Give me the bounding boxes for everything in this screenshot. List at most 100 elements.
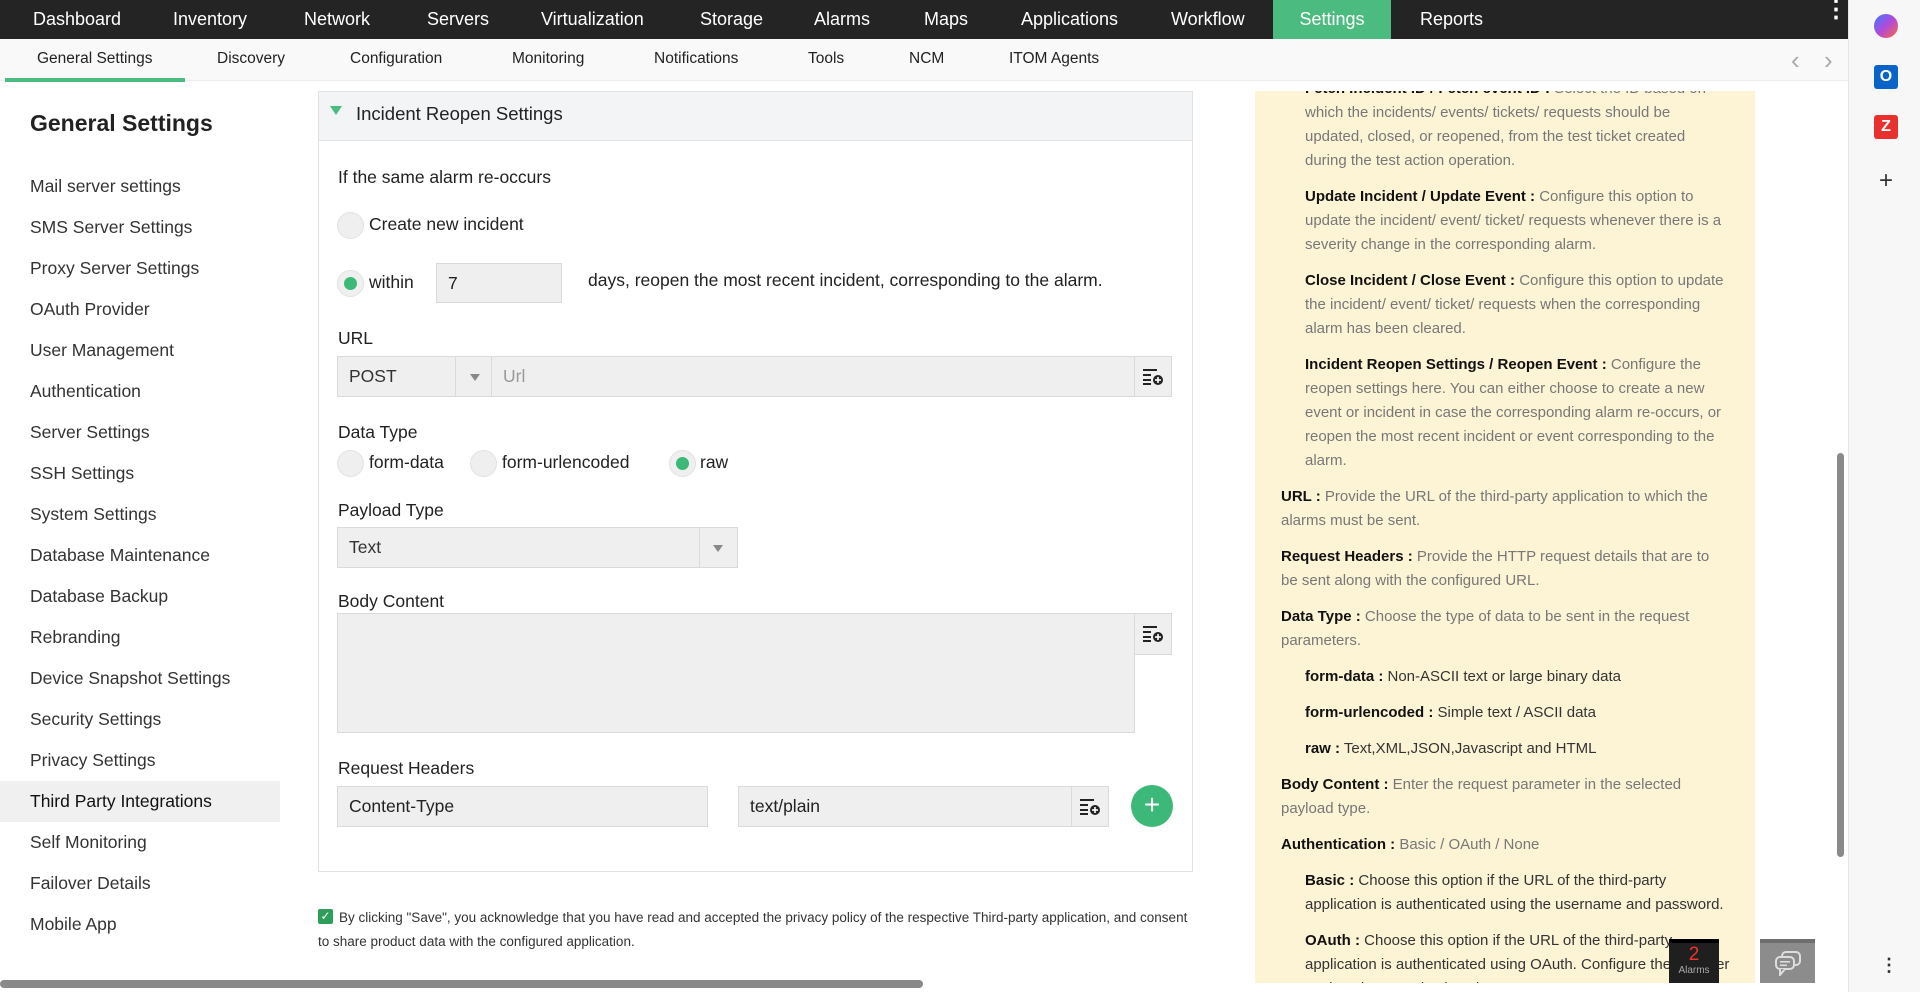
tab-tools[interactable]: Tools	[808, 39, 844, 81]
nav-item-reports[interactable]: Reports	[1393, 0, 1510, 39]
insert-variable-icon[interactable]	[1134, 356, 1172, 397]
radio-raw[interactable]	[669, 450, 696, 477]
help-paragraph: raw : Text,XML,JSON,Javascript and HTML	[1255, 737, 1755, 761]
header-value-input[interactable]: text/plain	[738, 786, 1072, 827]
nav-item-network[interactable]: Network	[277, 0, 397, 39]
nav-item-applications[interactable]: Applications	[994, 0, 1145, 39]
browser-sidebar	[1848, 0, 1920, 992]
sidebar-item-server-settings[interactable]: Server Settings	[0, 412, 280, 453]
url-input[interactable]: Url	[491, 356, 1135, 397]
sub-navigation: General Settings Discovery Configuration Mo…	[0, 39, 1848, 81]
sidebar-item-sms-server-settings[interactable]: SMS Server Settings	[0, 207, 280, 248]
sidebar-item-security-settings[interactable]: Security Settings	[0, 699, 280, 740]
sidebar-item-database-backup[interactable]: Database Backup	[0, 576, 280, 617]
sidebar-item-privacy-settings[interactable]: Privacy Settings	[0, 740, 280, 781]
sidebar-item-rebranding[interactable]: Rebranding	[0, 617, 280, 658]
nav-item-inventory[interactable]: Inventory	[146, 0, 274, 39]
radio-within[interactable]	[337, 270, 364, 297]
zoho-icon[interactable]: Z	[1874, 115, 1898, 139]
section-title: Incident Reopen Settings	[356, 103, 563, 124]
tab-general-settings[interactable]: General Settings	[37, 39, 152, 81]
payload-type-select[interactable]: Text	[337, 527, 738, 568]
sidebar-item-ssh-settings[interactable]: SSH Settings	[0, 453, 280, 494]
help-term: Body Content :	[1281, 776, 1389, 793]
data-type-label: Data Type	[338, 422, 418, 442]
scroll-right-arrow-icon[interactable]: ›	[1824, 46, 1833, 74]
help-paragraph: Body Content : Enter the request paramet…	[1255, 773, 1755, 821]
body-content-textarea[interactable]	[337, 613, 1135, 733]
sidebar-item-self-monitoring[interactable]: Self Monitoring	[0, 822, 280, 863]
header-key-input[interactable]: Content-Type	[337, 786, 708, 827]
radio-form-data[interactable]	[337, 450, 364, 477]
nav-item-storage[interactable]: Storage	[673, 0, 790, 39]
sidebar-item-user-management[interactable]: User Management	[0, 330, 280, 371]
help-description: Simple text / ASCII data	[1433, 704, 1596, 721]
sidebar-item-oauth-provider[interactable]: OAuth Provider	[0, 289, 280, 330]
help-term: OAuth :	[1305, 932, 1360, 949]
form-data-label: form-data	[369, 452, 444, 472]
method-value: POST	[349, 366, 397, 386]
scroll-left-arrow-icon[interactable]: ‹	[1791, 46, 1800, 74]
chat-button[interactable]	[1760, 939, 1815, 983]
sidebar-item-third-party-integrations[interactable]: Third Party Integrations	[0, 781, 280, 822]
browser-more-icon[interactable]: ⋮	[1880, 955, 1898, 976]
horizontal-scrollbar[interactable]	[0, 980, 923, 988]
within-days-input[interactable]: 7	[436, 263, 562, 303]
radio-create-new-incident[interactable]	[337, 212, 364, 239]
learn-more-link[interactable]: Learn More.	[1513, 980, 1594, 983]
tab-discovery[interactable]: Discovery	[217, 39, 285, 81]
chat-icon	[1774, 951, 1801, 976]
add-header-button[interactable]: +	[1131, 785, 1173, 827]
incident-reopen-panel	[318, 91, 1193, 872]
help-paragraph: Update Incident / Update Event : Configu…	[1255, 185, 1755, 257]
sidebar-item-system-settings[interactable]: System Settings	[0, 494, 280, 535]
help-paragraph: Close Incident / Close Event : Configure…	[1255, 269, 1755, 341]
consent-text: By clicking "Save", you acknowledge that…	[318, 910, 1188, 949]
expand-caret-icon[interactable]	[330, 106, 342, 115]
sidebar-item-device-snapshot-settings[interactable]: Device Snapshot Settings	[0, 658, 280, 699]
help-description: Choose this option if the URL of the thi…	[1305, 872, 1724, 913]
insert-variable-icon[interactable]	[1071, 786, 1109, 827]
sidebar-item-failover-details[interactable]: Failover Details	[0, 863, 280, 904]
nav-item-alarms[interactable]: Alarms	[787, 0, 897, 39]
tab-notifications[interactable]: Notifications	[654, 39, 738, 81]
help-description: Text,XML,JSON,Javascript and HTML	[1340, 740, 1597, 757]
consent-checkbox[interactable]: ✓	[318, 909, 333, 924]
sidebar-item-database-maintenance[interactable]: Database Maintenance	[0, 535, 280, 576]
more-options-icon[interactable]: ⋮	[1824, 0, 1848, 35]
nav-item-servers[interactable]: Servers	[400, 0, 516, 39]
help-term: Update Incident / Update Event :	[1305, 188, 1536, 205]
alarms-badge[interactable]: 2 Alarms	[1669, 939, 1719, 983]
create-new-incident-label: Create new incident	[369, 214, 524, 234]
nav-item-settings[interactable]: Settings	[1273, 0, 1391, 39]
copilot-icon[interactable]	[1874, 14, 1898, 38]
url-label: URL	[338, 328, 374, 348]
help-paragraph: form-urlencoded : Simple text / ASCII da…	[1255, 701, 1755, 725]
insert-variable-icon[interactable]	[1134, 613, 1172, 655]
help-term: Data Type :	[1281, 608, 1361, 625]
sidebar-item-mail-server-settings[interactable]: Mail server settings	[0, 166, 280, 207]
add-icon[interactable]: +	[1874, 169, 1898, 193]
tab-itom-agents[interactable]: ITOM Agents	[1009, 39, 1099, 81]
nav-item-dashboard[interactable]: Dashboard	[6, 0, 148, 39]
help-term: raw :	[1305, 740, 1341, 757]
help-paragraph: Basic : Choose this option if the URL of…	[1255, 869, 1755, 917]
tab-monitoring[interactable]: Monitoring	[512, 39, 584, 81]
sidebar-item-proxy-server-settings[interactable]: Proxy Server Settings	[0, 248, 280, 289]
tab-configuration[interactable]: Configuration	[350, 39, 442, 81]
help-term: URL :	[1281, 488, 1321, 505]
nav-item-maps[interactable]: Maps	[897, 0, 995, 39]
outlook-icon[interactable]: O	[1874, 65, 1898, 89]
vertical-scrollbar[interactable]	[1837, 453, 1844, 857]
top-navigation: Dashboard Inventory Network Servers Virtuali…	[0, 0, 1848, 39]
nav-item-virtualization[interactable]: Virtualization	[514, 0, 671, 39]
radio-form-urlencoded[interactable]	[470, 450, 497, 477]
tab-ncm[interactable]: NCM	[909, 39, 944, 81]
method-select[interactable]: POST	[337, 356, 492, 397]
raw-label: raw	[700, 452, 729, 472]
sidebar-item-mobile-app[interactable]: Mobile App	[0, 904, 280, 945]
help-paragraph: Fetch Incident ID / Fetch event ID : Sel…	[1255, 91, 1755, 173]
help-description: Provide the URL of the third-party appli…	[1281, 488, 1708, 529]
sidebar-item-authentication[interactable]: Authentication	[0, 371, 280, 412]
nav-item-workflow[interactable]: Workflow	[1144, 0, 1272, 39]
